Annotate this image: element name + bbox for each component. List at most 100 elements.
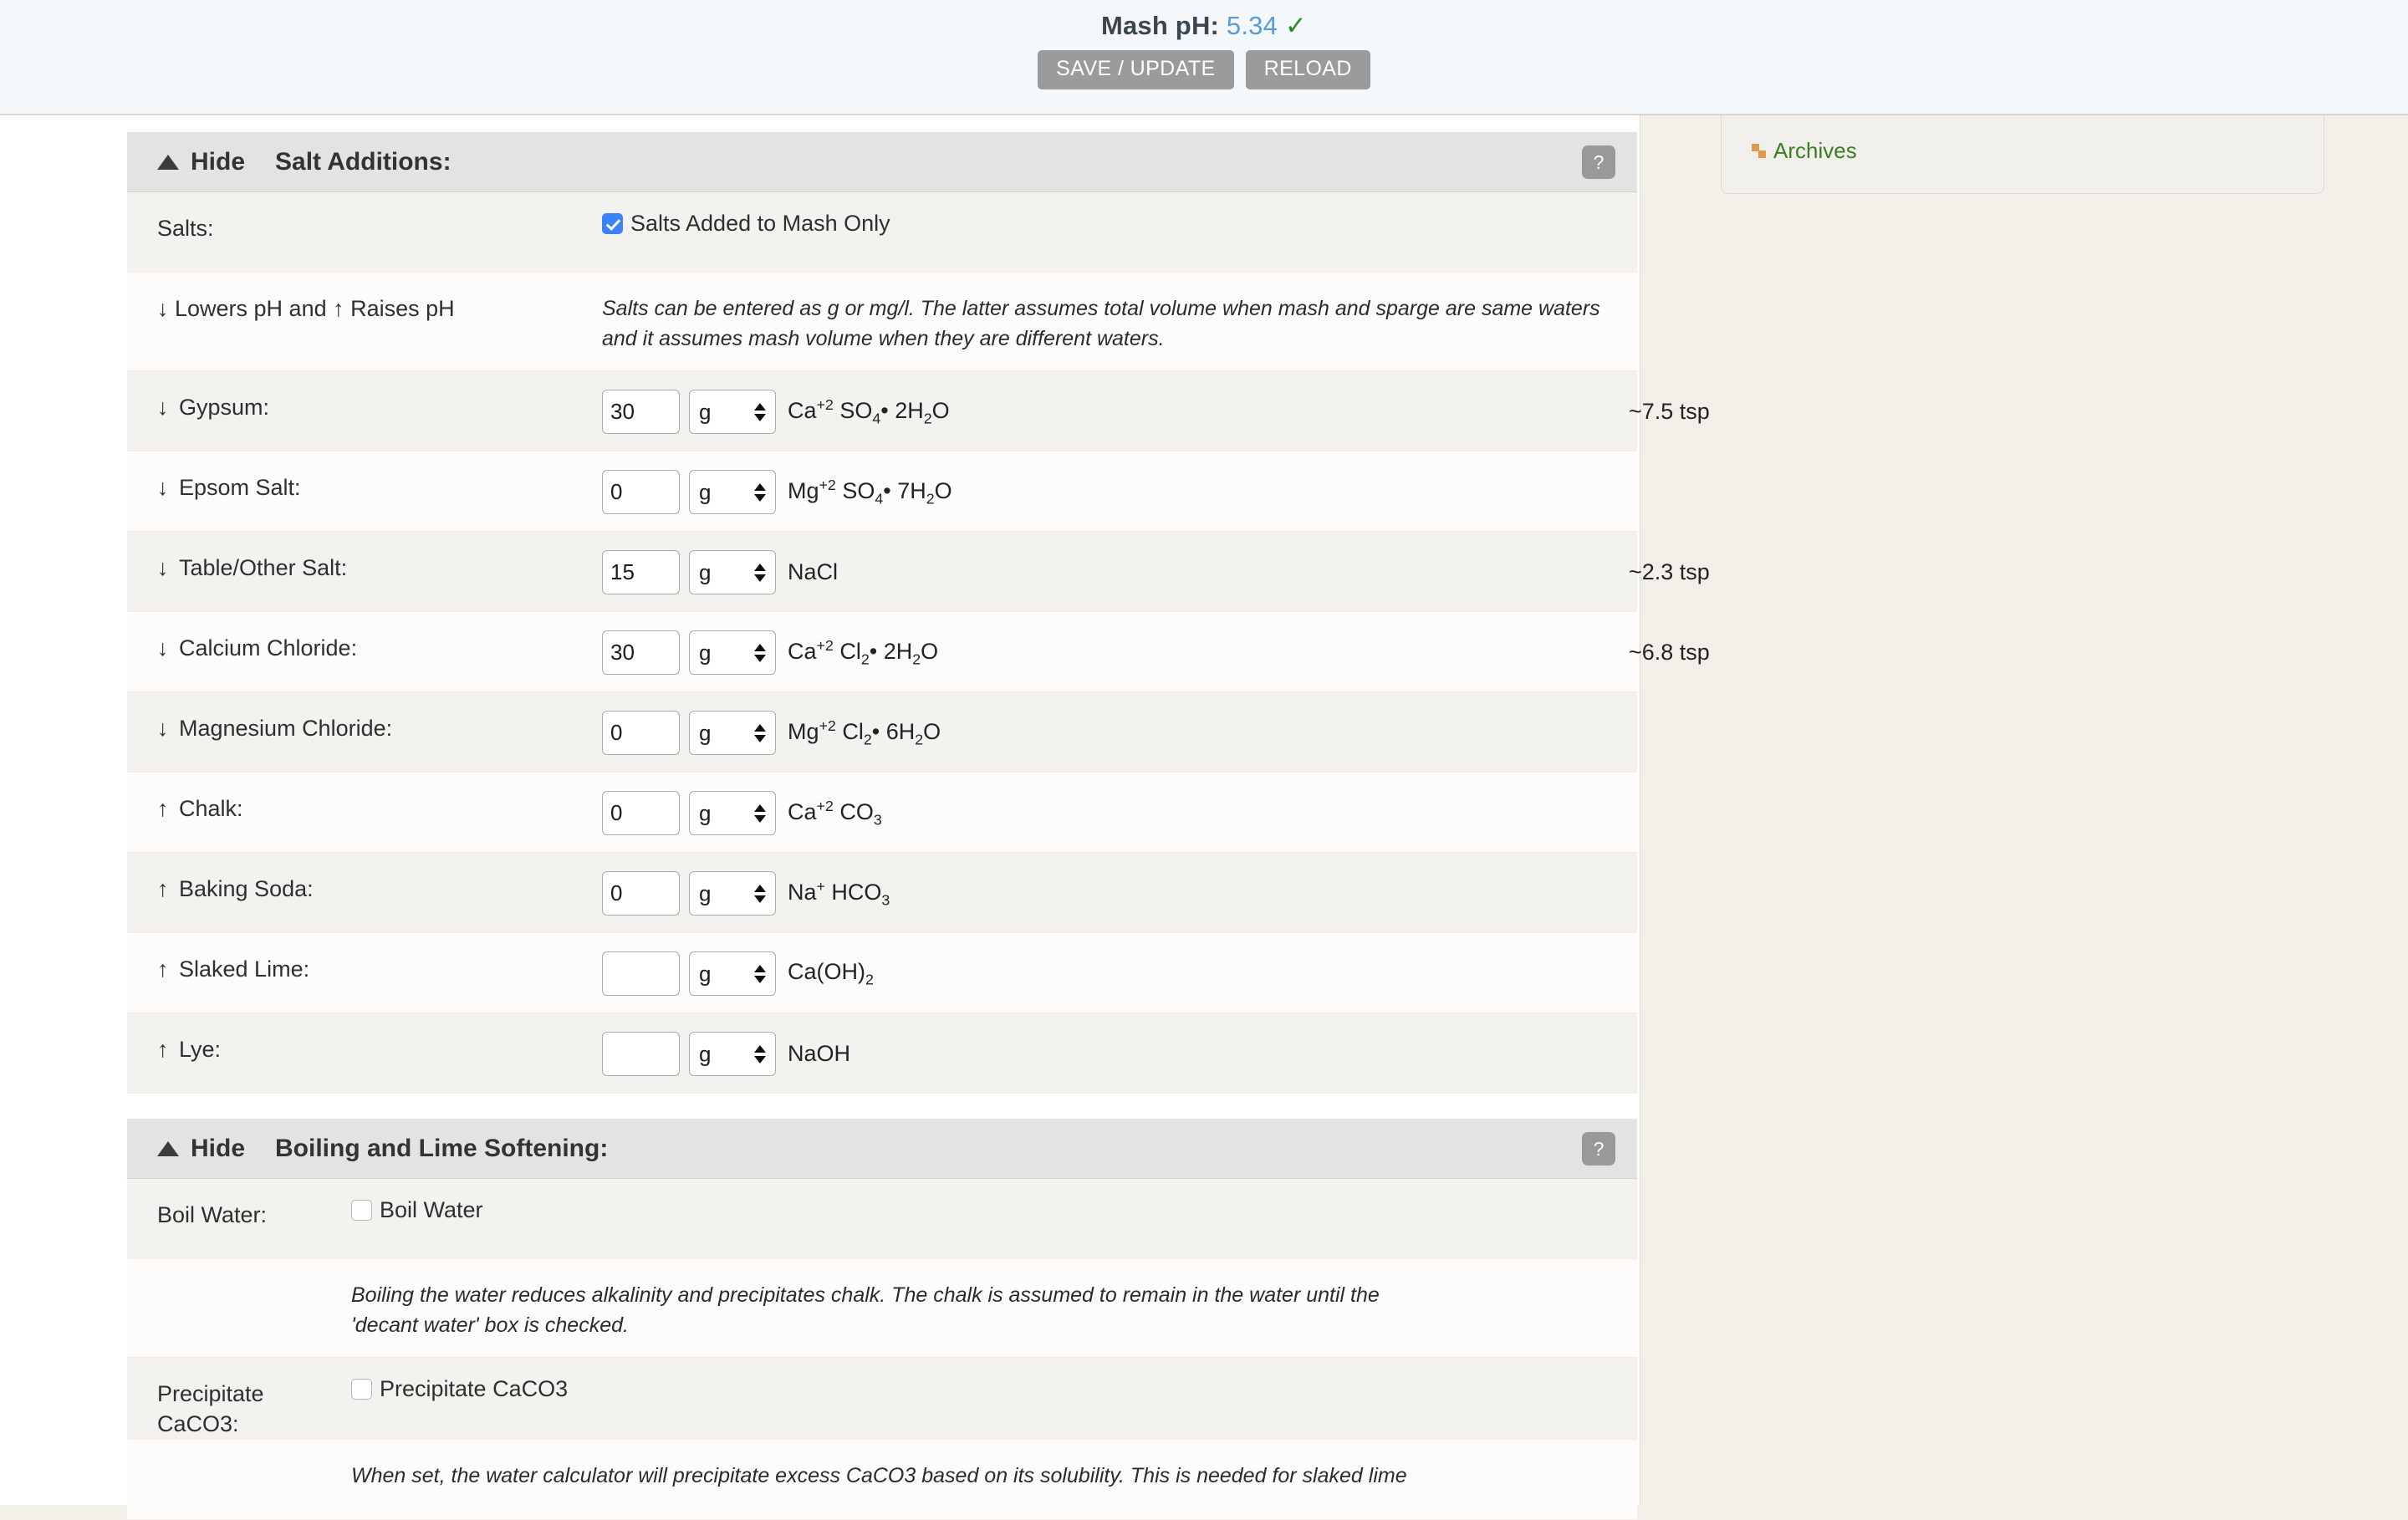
salt-row: ↓Epsom Salt: g Mg+2 SO4• 7H2O [127,451,1637,532]
salt-hide-label: Hide [191,147,246,176]
salt-amount-input[interactable] [602,791,680,835]
salt-unit-select[interactable]: g [689,630,776,675]
spinner-arrows-icon[interactable] [754,964,766,983]
salt-unit-select[interactable]: g [689,470,776,514]
salt-row: ↓Table/Other Salt:gNaCl~2.3 tsp [127,532,1710,612]
salt-amount-input[interactable] [602,470,680,514]
salt-unit-select[interactable]: g [689,390,776,434]
salts-added-to-mash-only-checkbox[interactable] [602,213,623,234]
spinner-arrows-icon[interactable] [754,803,766,823]
salt-unit-value: g [699,559,712,584]
salt-amount-input[interactable] [602,951,680,996]
ph-direction-legend: ↓ Lowers pH and ↑ Raises pH [157,296,455,321]
salt-chemical-formula: Mg+2 SO4• 7H2O [788,476,952,508]
salt-amount-input[interactable] [602,711,680,755]
salt-unit-select[interactable]: g [689,791,776,835]
salt-additions-panel: Hide Salt Additions: ? Salts: Salts Adde… [127,132,1710,1094]
precipitate-caco3-label: Precipitate CaCO3 [380,1376,569,1401]
spinner-arrows-icon[interactable] [754,402,766,421]
salt-chemical-formula: Ca+2 SO4• 2H2O [788,395,950,427]
salts-row: Salts: Salts Added to Mash Only [127,192,1637,273]
boil-water-checkbox[interactable] [351,1200,372,1221]
salt-unit-select[interactable]: g [689,871,776,916]
salt-unit-select[interactable]: g [689,711,776,755]
salt-amount-input[interactable] [602,871,680,916]
salt-unit-select[interactable]: g [689,1032,776,1076]
salt-row: ↑ Slaked Lime: g Ca(OH)2 [127,933,1637,1013]
ph-direction-arrow-icon: ↓ [157,555,169,580]
salt-row: ↑Chalk: g Ca+2 CO3 [127,773,1637,853]
salt-unit-value: g [699,479,712,504]
salt-row-label: ↓ Magnesium Chloride: [157,692,602,744]
check-icon: ✓ [1284,11,1308,40]
archives-card: Archives [1721,105,2324,194]
precipitate-caco3-control[interactable]: Precipitate CaCO3 [351,1376,568,1402]
page-body: Hide Salt Additions: ? Salts: Salts Adde… [0,105,2408,1520]
precipitate-caco3-checkbox[interactable] [351,1379,372,1400]
salt-row: ↑Baking Soda: g Na+ HCO3 [127,853,1637,933]
boil-water-note-row: Boiling the water reduces alkalinity and… [127,1259,1637,1358]
salt-additions-help-button[interactable]: ? [1582,145,1615,179]
boil-water-row-label: Boil Water: [157,1202,268,1227]
boiling-hide-label: Hide [191,1134,246,1162]
right-sidebar: Archives [1641,105,2408,1505]
salt-additions-hide-toggle[interactable]: Hide [157,148,245,176]
salt-unit-select[interactable]: g [689,951,776,996]
salt-row-label: ↑ Chalk: [157,773,602,824]
mash-ph-value: 5.34 [1226,11,1278,40]
boiling-title: Boiling and Lime Softening: [275,1134,609,1162]
salt-chemical-formula: Na+ HCO3 [788,877,890,909]
salts-legend-row: ↓ Lowers pH and ↑ Raises pH Salts can be… [127,273,1637,371]
salt-row: ↑ Lye: g NaOH [127,1013,1637,1094]
precipitate-caco3-row-label: Precipitate CaCO3: [157,1381,264,1436]
boiling-help-button[interactable]: ? [1582,1131,1615,1166]
precip-note-spacer [157,1440,351,1461]
archives-icon [1752,144,1766,158]
salt-amount-input[interactable] [602,1032,680,1076]
salt-row: ↓Gypsum:gCa+2 SO4• 2H2O~7.5 tsp [127,371,1710,451]
salt-chemical-formula: NaOH [788,1041,851,1066]
salt-chemical-formula: Ca(OH)2 [788,958,874,988]
spinner-arrows-icon[interactable] [754,563,766,582]
salt-unit-select[interactable]: g [689,550,776,594]
archives-link[interactable]: Archives [1752,138,1857,164]
salt-row-label: ↓ Epsom Salt: [157,451,602,503]
save-update-button[interactable]: SAVE / UPDATE [1038,50,1234,90]
boiling-hide-toggle[interactable]: Hide [157,1135,245,1163]
spinner-arrows-icon[interactable] [754,482,766,502]
precipitate-caco3-note: When set, the water calculator will prec… [351,1464,1407,1488]
ph-direction-arrow-icon: ↓ [157,475,169,500]
salt-unit-value: g [699,961,712,986]
boil-water-row: Boil Water: Boil Water [127,1179,1637,1259]
salt-amount-input[interactable] [602,390,680,434]
triangle-up-icon [157,1140,179,1156]
boiling-lime-softening-panel: Hide Boiling and Lime Softening: ? Boil … [127,1119,1637,1520]
salt-row-label: ↓ Table/Other Salt: [157,532,602,584]
spinner-arrows-icon[interactable] [754,884,766,903]
salt-additions-title: Salt Additions: [275,147,452,176]
ph-direction-arrow-icon: ↓ [157,395,169,420]
salt-row: ↓Magnesium Chloride: g Mg+2 Cl2• 6H2O [127,692,1637,773]
salt-amount-input[interactable] [602,550,680,594]
boil-water-label: Boil Water [380,1197,483,1222]
boiling-header: Hide Boiling and Lime Softening: ? [127,1119,1637,1179]
spinner-arrows-icon[interactable] [754,723,766,742]
spinner-arrows-icon[interactable] [754,1044,766,1063]
salts-entry-note: Salts can be entered as g or mg/l. The l… [602,297,1600,350]
reload-button[interactable]: RELOAD [1245,50,1370,90]
salt-unit-value: g [699,640,712,665]
triangle-up-icon [157,154,179,170]
salts-added-to-mash-only-control[interactable]: Salts Added to Mash Only [602,211,890,237]
archives-label: Archives [1773,138,1857,163]
salt-row-label: ↑ Baking Soda: [157,853,602,905]
salt-row-label: ↓ Calcium Chloride: [157,612,602,664]
salt-row: ↓Calcium Chloride:gCa+2 Cl2• 2H2O~6.8 ts… [127,612,1710,692]
boil-water-control[interactable]: Boil Water [351,1197,483,1223]
boil-note-spacer [157,1259,351,1281]
salts-row-label: Salts: [157,216,214,241]
ph-direction-arrow-icon: ↓ [157,716,169,741]
salt-amount-input[interactable] [602,630,680,675]
spinner-arrows-icon[interactable] [754,643,766,662]
ph-direction-arrow-icon: ↑ [157,956,169,982]
ph-direction-arrow-icon: ↑ [157,1037,169,1062]
